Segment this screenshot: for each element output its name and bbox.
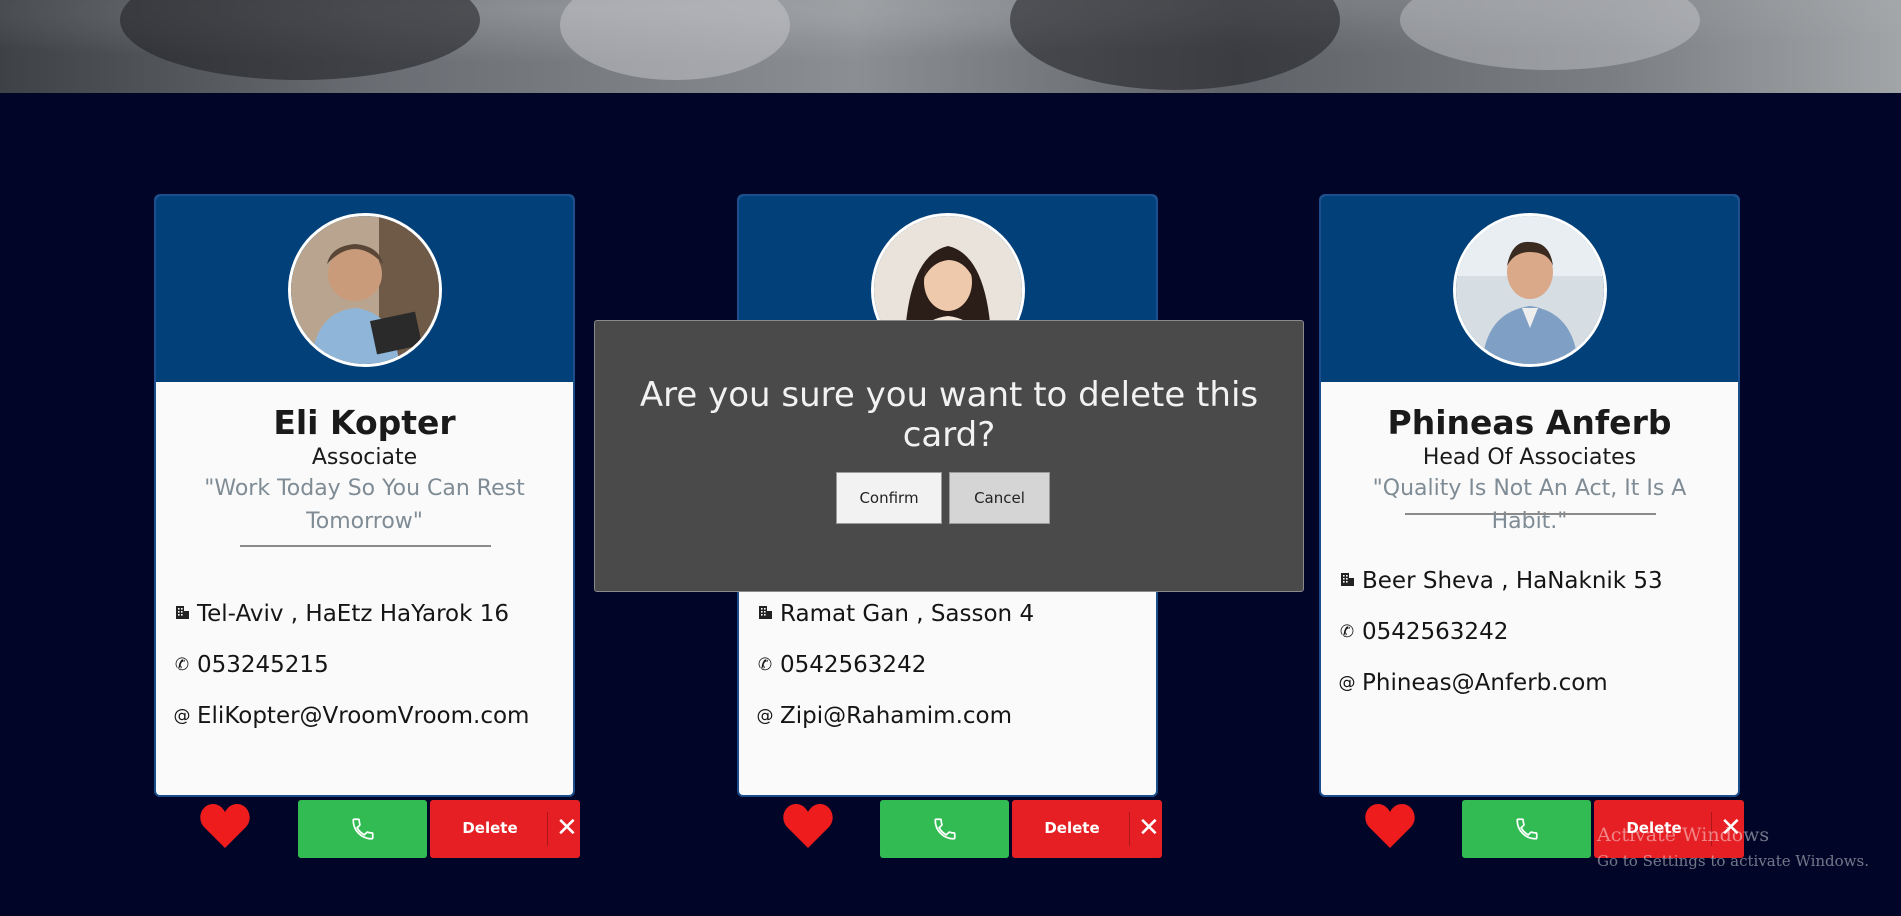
phone-row: ✆ 0542563242 [755,652,926,678]
card-quote: "Quality Is Not An Act, It Is A Habit." [1372,476,1687,534]
divider [547,812,548,846]
phone-text: 0542563242 [1362,619,1509,645]
at-icon: @ [756,706,774,726]
close-icon[interactable]: ✕ [1138,812,1160,844]
phone-icon: ✆ [174,655,190,675]
card-name: Eli Kopter [273,403,456,442]
email-text: EliKopter@VroomVroom.com [197,703,530,729]
phone-text: 053245215 [197,652,329,678]
address-row: Ramat Gan , Sasson 4 [755,601,1034,627]
delete-label: Delete [462,819,518,837]
email-row: @ Phineas@Anferb.com [1337,670,1608,696]
email-text: Phineas@Anferb.com [1362,670,1608,696]
business-card[interactable]: Eli Kopter Associate "Work Today So You … [154,194,575,797]
hero-banner-image [0,0,1901,93]
address-text: Ramat Gan , Sasson 4 [780,601,1035,627]
address-row: Beer Sheva , HaNaknik 53 [1337,568,1663,594]
phone-row: ✆ 0542563242 [1337,619,1508,645]
activation-watermark: Activate Windows Go to Settings to activ… [1597,824,1869,870]
phone-row: ✆ 053245215 [172,652,329,678]
business-card[interactable]: Phineas Anferb Head Of Associates "Quali… [1319,194,1740,797]
call-button[interactable] [298,800,427,858]
at-icon: @ [173,706,191,726]
address-text: Beer Sheva , HaNaknik 53 [1362,568,1663,594]
heart-icon[interactable] [199,802,251,850]
at-icon: @ [1338,673,1356,693]
building-icon [1337,571,1357,592]
email-text: Zipi@Rahamim.com [780,703,1013,729]
watermark-title: Activate Windows [1597,824,1770,846]
building-icon [755,604,775,625]
call-button[interactable] [880,800,1009,858]
delete-button[interactable]: Delete ✕ [430,800,580,858]
heart-icon[interactable] [1364,802,1416,850]
phone-icon [1515,818,1538,840]
divider [1405,513,1656,515]
address-text: Tel-Aviv , HaEtz HaYarok 16 [197,601,510,627]
card-title: Associate [311,445,418,470]
heart-icon[interactable] [782,802,834,850]
phone-icon: ✆ [1339,622,1355,642]
address-row: Tel-Aviv , HaEtz HaYarok 16 [172,601,509,627]
building-icon [172,604,192,625]
call-button[interactable] [1462,800,1591,858]
dialog-question: Are you sure you want to delete this car… [639,375,1259,455]
watermark-subtitle: Go to Settings to activate Windows. [1597,852,1869,870]
phone-icon [351,818,374,840]
card-title: Head Of Associates [1422,445,1637,470]
confirm-button[interactable]: Confirm [836,472,942,524]
delete-button[interactable]: Delete ✕ [1012,800,1162,858]
email-row: @ EliKopter@VroomVroom.com [172,703,530,729]
email-row: @ Zipi@Rahamim.com [755,703,1013,729]
card-quote: "Work Today So You Can Rest Tomorrow" [204,476,525,534]
avatar [1452,213,1607,367]
divider [240,545,491,547]
delete-label: Delete [1044,819,1100,837]
phone-text: 0542563242 [780,652,927,678]
phone-icon: ✆ [757,655,773,675]
delete-confirm-dialog: Are you sure you want to delete this car… [594,320,1304,592]
avatar [287,213,442,367]
divider [1129,812,1130,846]
cancel-button[interactable]: Cancel [949,472,1050,524]
phone-icon [933,818,956,840]
close-icon[interactable]: ✕ [556,812,578,844]
card-name: Phineas Anferb [1387,403,1672,442]
